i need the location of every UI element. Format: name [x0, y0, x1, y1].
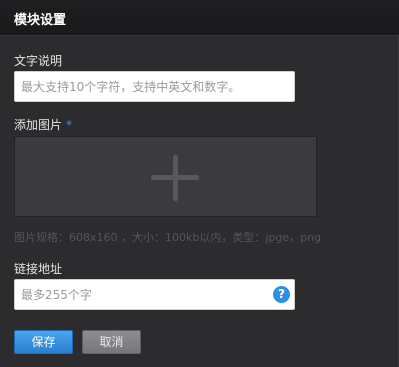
- image-spec-hint: 图片规格：608x160 ，大小：100kb以内，类型：jpge，png: [14, 231, 322, 244]
- text-desc-input[interactable]: [14, 71, 295, 102]
- link-input[interactable]: [14, 279, 295, 310]
- add-image-label-text: 添加图片: [14, 118, 63, 132]
- save-button[interactable]: 保存: [14, 330, 73, 354]
- question-circle-icon[interactable]: ?: [273, 286, 290, 303]
- page-title: 模块设置: [14, 13, 67, 28]
- text-desc-label: 文字说明: [14, 54, 63, 68]
- panel-header: 模块设置: [0, 0, 399, 36]
- cancel-button[interactable]: 取消: [82, 330, 141, 354]
- add-image-label: 添加图片 *: [14, 116, 72, 133]
- link-label: 链接地址: [14, 262, 63, 276]
- required-mark: *: [66, 118, 73, 132]
- plus-icon: [151, 155, 199, 201]
- image-upload-dropzone[interactable]: [14, 136, 317, 217]
- module-settings-panel: 模块设置 文字说明 添加图片* 图片规格：608x160 ，大小：100kb以内…: [0, 0, 399, 367]
